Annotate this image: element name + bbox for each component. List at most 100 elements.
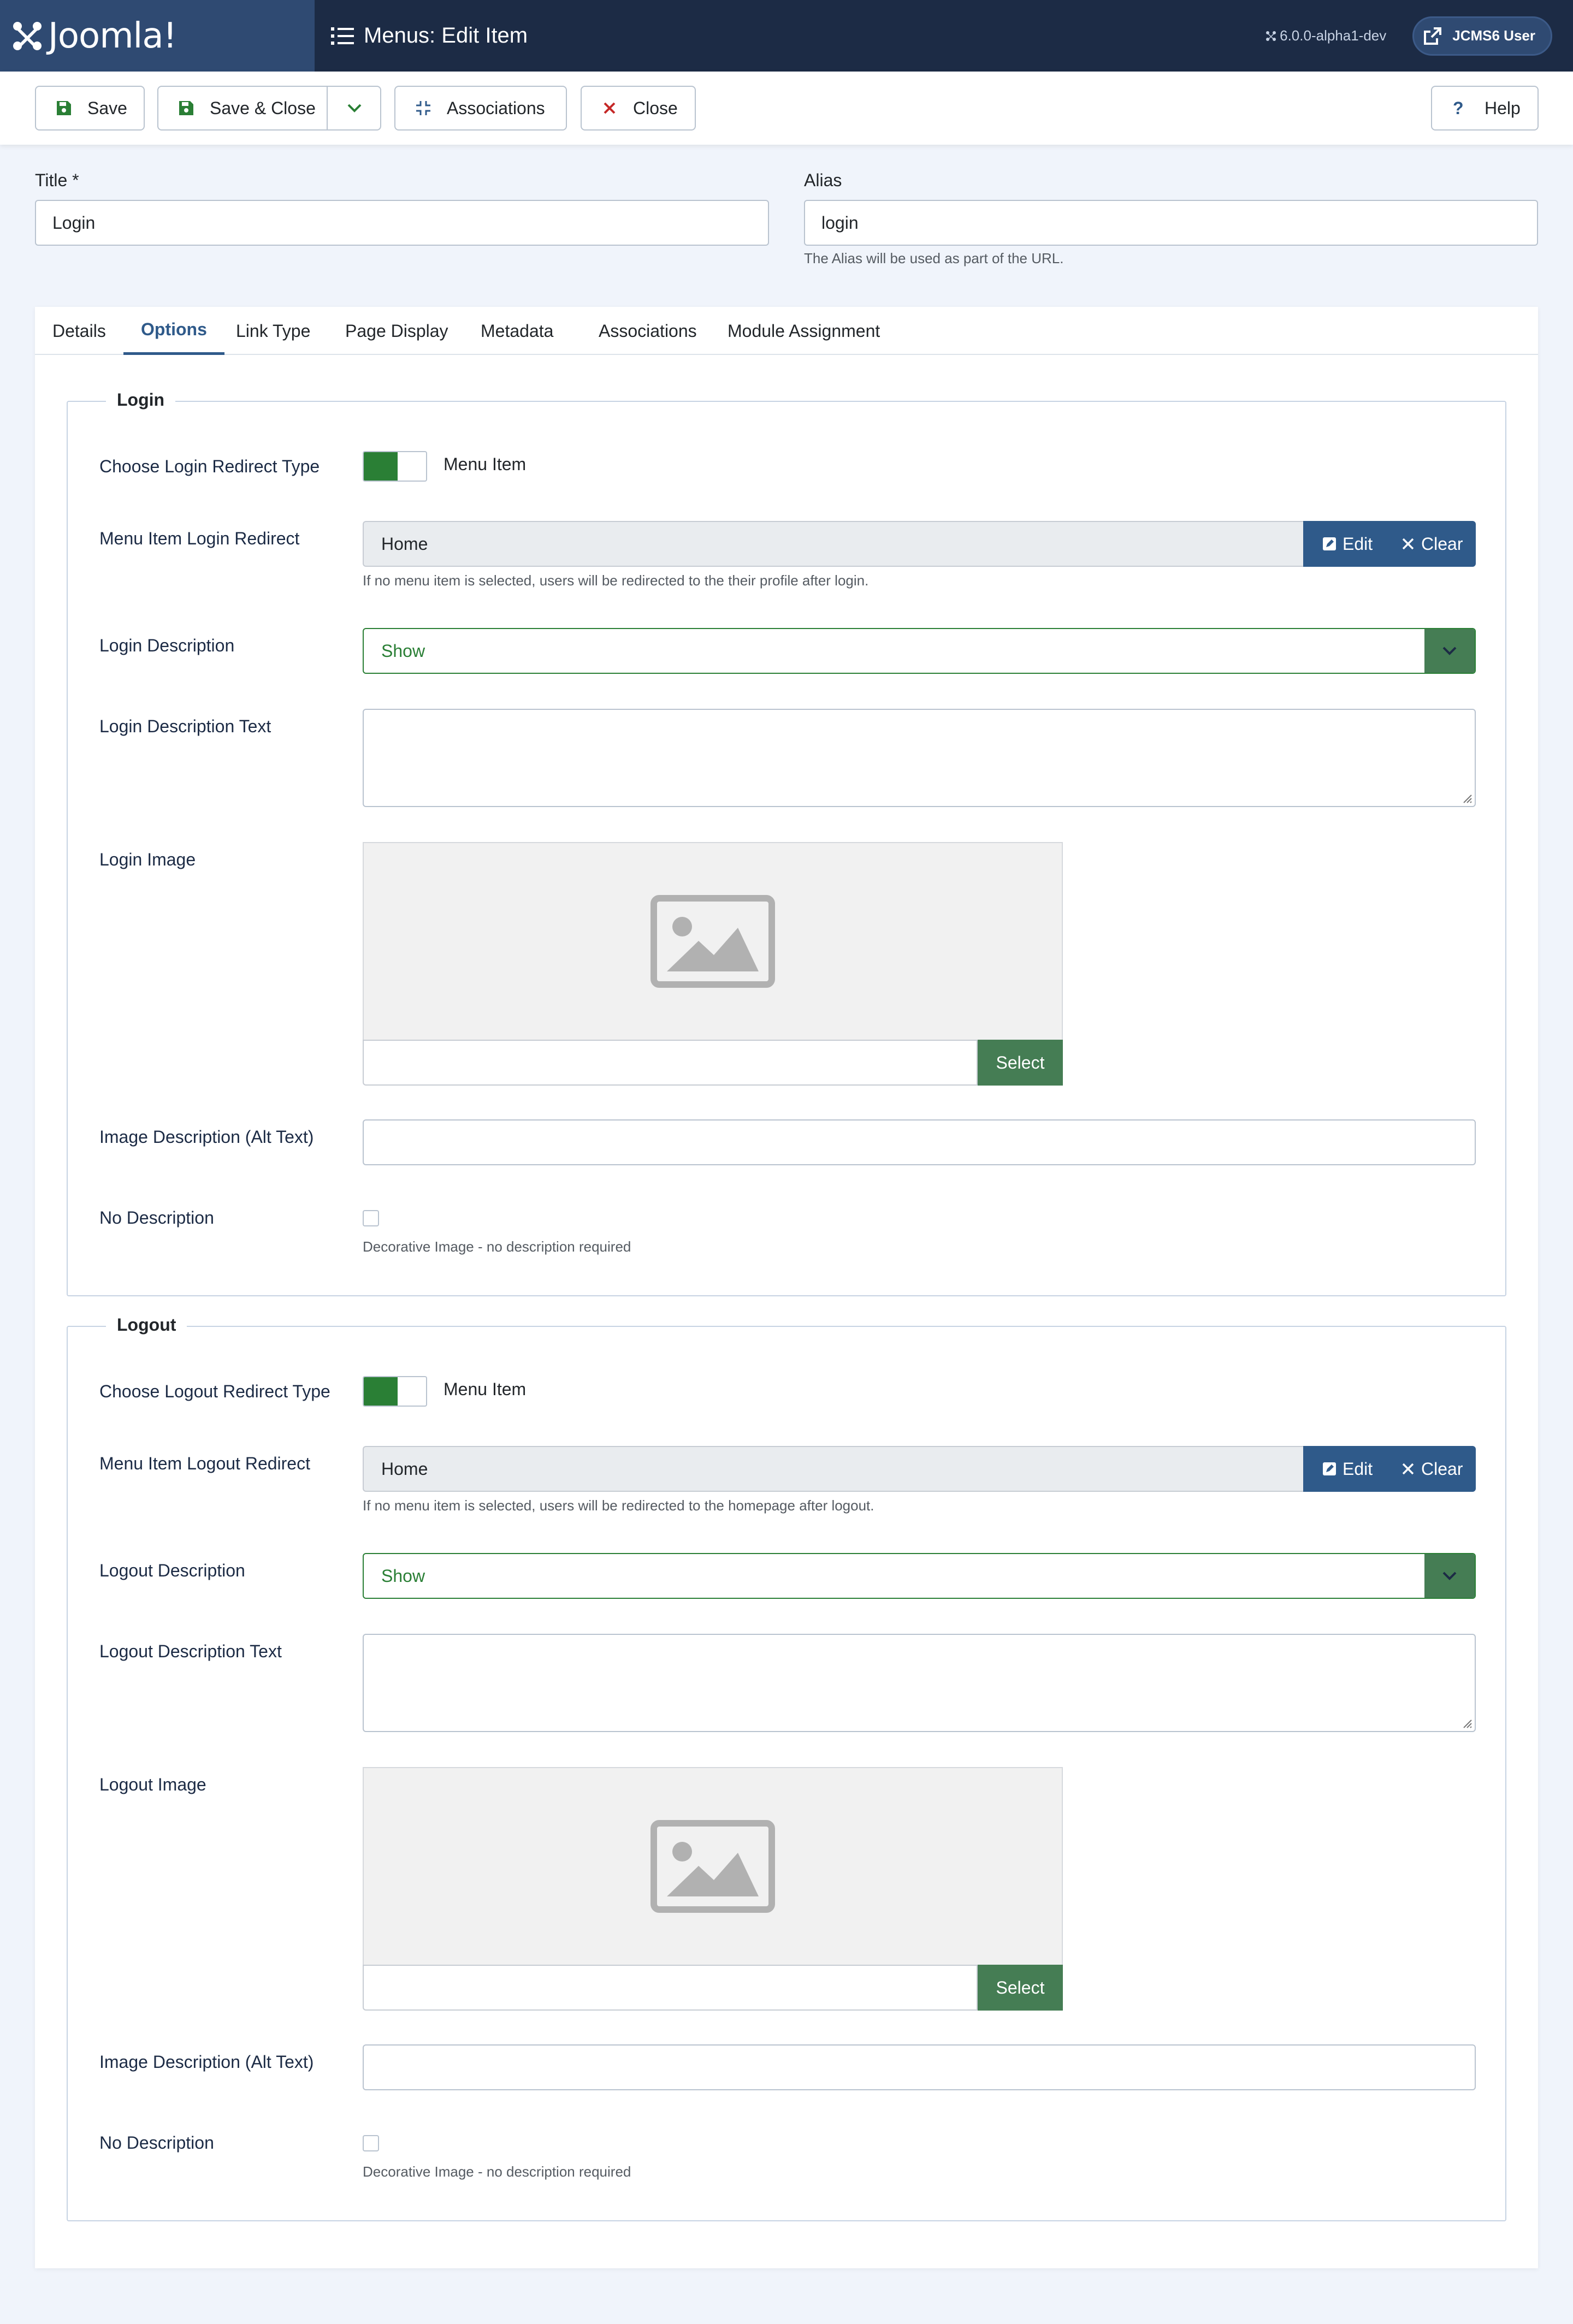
login-image-select-button[interactable]: Select xyxy=(978,1040,1063,1086)
resize-grip-icon[interactable] xyxy=(1459,791,1473,804)
logout-redirect-label: Menu Item Logout Redirect xyxy=(99,1454,310,1473)
edit-label: Edit xyxy=(1343,1459,1373,1479)
logout-redirect-type-switch[interactable] xyxy=(363,1376,427,1407)
page-title: Menus: Edit Item xyxy=(331,23,528,48)
save-close-label: Save & Close xyxy=(210,98,316,118)
logout-redirect-field: Home Edit Clear xyxy=(363,1446,1476,1492)
login-redirect-type-switch[interactable] xyxy=(363,451,427,482)
login-redirect-clear-button[interactable]: Clear xyxy=(1386,521,1476,567)
associations-button[interactable]: Associations xyxy=(394,86,567,131)
login-redirect-value[interactable]: Home xyxy=(363,521,1303,567)
login-no-description-hint: Decorative Image - no description requir… xyxy=(363,1238,631,1255)
title-label: Title * xyxy=(35,170,79,190)
login-redirect-type-label: Choose Login Redirect Type xyxy=(99,456,320,476)
image-placeholder-icon xyxy=(651,1820,775,1913)
chevron-down-icon xyxy=(1424,1554,1475,1598)
save-button[interactable]: Save xyxy=(35,86,145,131)
clear-label: Clear xyxy=(1421,533,1463,554)
logout-redirect-clear-button[interactable]: Clear xyxy=(1386,1446,1476,1492)
list-icon xyxy=(331,27,354,45)
logout-image-path-input[interactable] xyxy=(363,1965,978,2011)
tab-panel: Details Options Link Type Page Display M… xyxy=(35,307,1538,2268)
login-image-field: Select xyxy=(363,842,1063,1086)
tab-module-assignment[interactable]: Module Assignment xyxy=(710,307,897,355)
tab-metadata[interactable]: Metadata xyxy=(463,307,571,355)
brand-logo[interactable]: Joomla! xyxy=(0,0,315,72)
resize-grip-icon[interactable] xyxy=(1459,1716,1473,1729)
compress-icon xyxy=(416,101,430,115)
clear-label: Clear xyxy=(1421,1459,1463,1479)
tab-details[interactable]: Details xyxy=(35,307,123,355)
logout-alt-label: Image Description (Alt Text) xyxy=(99,2052,314,2072)
logout-alt-input[interactable] xyxy=(363,2044,1476,2090)
logout-image-field: Select xyxy=(363,1767,1063,2011)
chevron-down-icon xyxy=(1424,629,1475,673)
toolbar: Save Save & Close Associations Close ? H… xyxy=(0,72,1573,145)
image-placeholder-icon xyxy=(651,895,775,988)
page-title-text: Menus: Edit Item xyxy=(364,23,528,48)
logout-redirect-hint: If no menu item is selected, users will … xyxy=(363,1497,874,1514)
logout-description-textarea[interactable] xyxy=(363,1634,1476,1732)
joomla-mini-icon xyxy=(1266,31,1276,41)
logout-no-description-hint: Decorative Image - no description requir… xyxy=(363,2163,631,2180)
login-no-description-checkbox[interactable] xyxy=(363,1210,379,1226)
close-icon xyxy=(1402,1463,1414,1475)
login-fieldset: Login Choose Login Redirect Type Menu It… xyxy=(67,390,1506,1296)
edit-icon xyxy=(1323,537,1336,550)
version-info: 6.0.0-alpha1-dev xyxy=(1264,27,1386,44)
edit-label: Edit xyxy=(1343,533,1373,554)
login-alt-input[interactable] xyxy=(363,1119,1476,1165)
logout-fieldset: Logout Choose Logout Redirect Type Menu … xyxy=(67,1315,1506,2221)
logout-description-text-label: Logout Description Text xyxy=(99,1641,282,1661)
logout-no-description-checkbox[interactable] xyxy=(363,2135,379,2151)
login-redirect-label: Menu Item Login Redirect xyxy=(99,529,300,548)
save-label: Save xyxy=(87,98,127,118)
login-redirect-field: Home Edit Clear xyxy=(363,521,1476,567)
user-site-button[interactable]: JCMS6 User xyxy=(1412,16,1552,56)
edit-icon xyxy=(1323,1462,1336,1475)
login-image-label: Login Image xyxy=(99,850,196,869)
split-divider xyxy=(327,87,328,129)
login-no-description-label: No Description xyxy=(99,1208,214,1228)
logout-redirect-value[interactable]: Home xyxy=(363,1446,1303,1492)
save-close-button[interactable]: Save & Close xyxy=(157,86,381,131)
logout-redirect-type-value: Menu Item xyxy=(443,1379,527,1399)
title-input[interactable]: Login xyxy=(35,200,769,246)
close-button[interactable]: Close xyxy=(581,86,696,131)
alias-label: Alias xyxy=(804,170,842,190)
login-image-preview xyxy=(363,842,1063,1040)
logout-redirect-edit-button[interactable]: Edit xyxy=(1303,1446,1386,1492)
login-redirect-edit-button[interactable]: Edit xyxy=(1303,521,1386,567)
login-description-select[interactable]: Show xyxy=(363,628,1476,674)
joomla-logo-icon xyxy=(13,21,42,50)
tab-list: Details Options Link Type Page Display M… xyxy=(35,307,1538,355)
login-description-value: Show xyxy=(381,641,425,661)
login-description-text-label: Login Description Text xyxy=(99,716,271,736)
version-text: 6.0.0-alpha1-dev xyxy=(1280,27,1387,44)
floppy-disk-icon xyxy=(179,101,193,115)
logout-description-value: Show xyxy=(381,1566,425,1586)
tab-link-type[interactable]: Link Type xyxy=(218,307,328,355)
tab-associations[interactable]: Associations xyxy=(581,307,714,355)
alias-input[interactable]: login xyxy=(804,200,1538,246)
help-button[interactable]: ? Help xyxy=(1431,86,1539,131)
logout-image-select-button[interactable]: Select xyxy=(978,1965,1063,2011)
help-label: Help xyxy=(1485,98,1521,118)
close-label: Close xyxy=(633,98,678,118)
logout-redirect-type-label: Choose Logout Redirect Type xyxy=(99,1382,330,1401)
chevron-down-icon[interactable] xyxy=(345,100,364,116)
alias-hint: The Alias will be used as part of the UR… xyxy=(804,250,1064,266)
login-description-textarea[interactable] xyxy=(363,709,1476,807)
tab-options[interactable]: Options xyxy=(123,307,224,355)
tab-page-display[interactable]: Page Display xyxy=(328,307,466,355)
external-link-icon xyxy=(1424,27,1442,45)
logout-image-label: Logout Image xyxy=(99,1775,206,1794)
question-icon: ? xyxy=(1453,98,1464,118)
login-description-label: Login Description xyxy=(99,636,235,655)
app-header: Joomla! Menus: Edit Item 6.0.0-alpha1-de… xyxy=(0,0,1573,72)
login-image-path-input[interactable] xyxy=(363,1040,978,1086)
login-alt-label: Image Description (Alt Text) xyxy=(99,1127,314,1147)
logout-legend: Logout xyxy=(106,1315,187,1335)
close-icon xyxy=(604,102,616,114)
logout-description-select[interactable]: Show xyxy=(363,1553,1476,1599)
